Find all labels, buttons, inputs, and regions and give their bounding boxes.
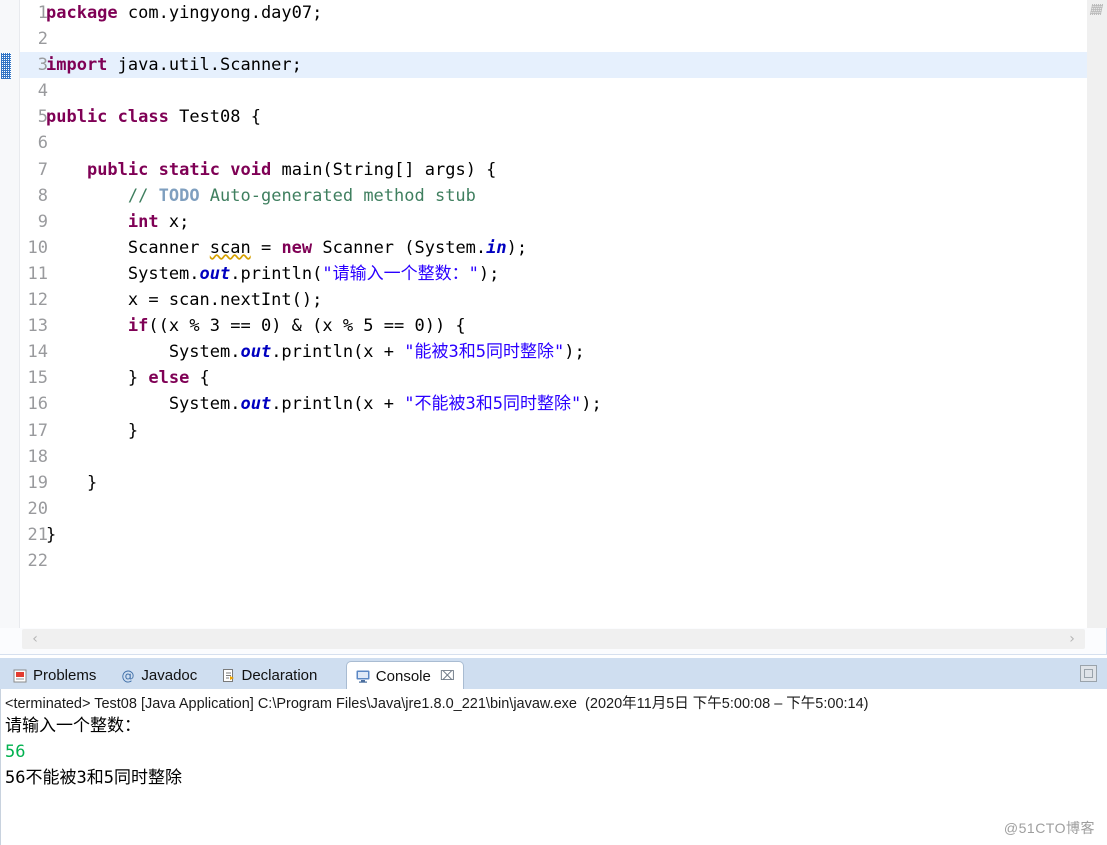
code-line[interactable]: 11 System.out.println("请输入一个整数："); (20, 261, 1087, 287)
maximize-panel-button[interactable] (1080, 665, 1097, 682)
console-output-area[interactable]: <terminated> Test08 [Java Application] C… (0, 689, 1107, 845)
tab-problems[interactable]: Problems (4, 661, 104, 690)
java-editor-panel: 1 package com.yingyong.day07; 2 3 import jav… (0, 0, 1107, 655)
editor-horizontal-scrollbar[interactable]: ‹ › (22, 629, 1085, 649)
tab-label: Declaration (241, 667, 318, 684)
line-number: 9 (37, 211, 48, 232)
scroll-right-arrow-icon[interactable]: › (1063, 629, 1081, 649)
line-number: 13 (27, 316, 48, 337)
code-line[interactable]: 8 // TODO Auto-generated method stub (20, 183, 1087, 209)
line-number: 14 (27, 342, 48, 363)
code-line[interactable]: 6 (20, 130, 1087, 156)
code-line[interactable]: 3 import java.util.Scanner; (20, 52, 1087, 79)
launch-status-line: <terminated> Test08 [Java Application] C… (5, 696, 869, 712)
code-line[interactable]: 5 public class Test08 { (20, 104, 1087, 130)
tab-label: Problems (33, 667, 97, 684)
tab-declaration[interactable]: Declaration (213, 661, 326, 690)
tab-label: Console (375, 667, 431, 685)
watermark-text: @51CTO博客 (1003, 820, 1095, 836)
javadoc-icon: @ (120, 668, 136, 684)
console-view-panel: Problems @ Javadoc Declaration Console ⌧ <ter… (0, 657, 1107, 845)
line-number: 15 (27, 368, 48, 389)
console-tab-bar: Problems @ Javadoc Declaration Console ⌧ (0, 657, 1107, 690)
line-number: 1 (37, 3, 48, 23)
close-icon[interactable]: ⌧ (440, 669, 455, 684)
console-icon (355, 668, 371, 684)
line-number: 16 (27, 394, 48, 415)
code-line[interactable]: 14 System.out.println(x + "能被3和5同时整除"); (20, 339, 1087, 365)
code-line[interactable]: 20 (20, 496, 1087, 522)
problems-icon (12, 668, 28, 684)
code-line-text: } else { (46, 368, 210, 389)
declaration-icon (221, 668, 237, 684)
line-number: 22 (27, 550, 48, 571)
code-line-text: Scanner scan = new Scanner (System.in); (46, 237, 528, 258)
code-line[interactable]: 4 (20, 78, 1087, 104)
line-number: 4 (37, 81, 48, 102)
code-line[interactable]: 22 (20, 548, 1087, 574)
code-line-text: } (46, 420, 139, 441)
editor-marker-ruler[interactable] (0, 0, 20, 628)
line-number: 17 (27, 420, 48, 441)
line-number: 20 (27, 498, 48, 519)
line-number: 19 (27, 472, 48, 493)
code-line-text: System.out.println(x + "能被3和5同时整除"); (46, 342, 585, 363)
line-number: 7 (37, 159, 48, 180)
line-number: 18 (27, 446, 48, 467)
code-line[interactable]: 7 public static void main(String[] args)… (20, 157, 1087, 183)
code-line-text: System.out.println("请输入一个整数："); (46, 263, 500, 284)
line-number: 21 (27, 524, 48, 545)
tab-console[interactable]: Console ⌧ (345, 661, 464, 690)
code-line[interactable]: 17 } (20, 418, 1087, 444)
scroll-left-arrow-icon[interactable]: ‹ (26, 629, 44, 649)
code-line-text: x = scan.nextInt(); (46, 290, 323, 311)
code-line-text: public static void main(String[] args) { (86, 159, 497, 180)
code-line-text: import java.util.Scanner; (46, 55, 302, 76)
line-number: 12 (27, 290, 48, 311)
line-number: 6 (37, 133, 48, 154)
code-line[interactable]: 13 if((x % 3 == 0) & (x % 5 == 0)) { (20, 313, 1087, 339)
line-number: 8 (37, 185, 48, 206)
code-line-text: } (46, 524, 57, 545)
code-text-area[interactable]: 1 package com.yingyong.day07; 2 3 import jav… (20, 0, 1087, 628)
console-output-line: 请输入一个整数： (5, 716, 141, 736)
tab-label: Javadoc (141, 667, 198, 684)
line-number: 2 (37, 29, 48, 50)
code-line-text: int x; (127, 211, 190, 232)
tab-javadoc[interactable]: @ Javadoc (112, 661, 205, 690)
code-line-text: } (46, 472, 98, 493)
line-number: 10 (27, 237, 48, 258)
code-line[interactable]: 16 System.out.println(x + "不能被3和5同时整除"); (20, 391, 1087, 417)
console-output-lines: 请输入一个整数： 56 56不能被3和5同时整除 (1, 713, 1107, 791)
code-line-text: System.out.println(x + "不能被3和5同时整除"); (46, 394, 602, 415)
code-line-text: // TODO Auto-generated method stub (127, 185, 476, 206)
console-output-line: 56 (5, 742, 26, 762)
svg-text:@: @ (122, 669, 135, 684)
line-number: 5 (37, 107, 48, 128)
code-line[interactable]: 1 package com.yingyong.day07; (20, 0, 1087, 26)
code-line[interactable]: 21} (20, 522, 1087, 548)
editor-vertical-scrollbar[interactable] (1087, 0, 1107, 628)
code-line[interactable]: 18 (20, 444, 1087, 470)
line-number: 3 (37, 55, 48, 76)
code-line-text: package com.yingyong.day07; (46, 3, 323, 23)
line-number: 11 (27, 263, 48, 284)
console-output-line: 56不能被3和5同时整除 (5, 768, 182, 788)
code-line[interactable]: 19 } (20, 470, 1087, 496)
change-indicator-bar (1, 53, 11, 79)
code-line[interactable]: 12 x = scan.nextInt(); (20, 287, 1087, 313)
code-line[interactable]: 15 } else { (20, 365, 1087, 391)
code-line[interactable]: 2 (20, 26, 1087, 52)
code-line-text: public class Test08 { (46, 107, 261, 128)
code-line[interactable]: 10 Scanner scan = new Scanner (System.in… (20, 235, 1087, 261)
scroll-up-arrow-icon[interactable] (1089, 4, 1104, 15)
code-line-text: if((x % 3 == 0) & (x % 5 == 0)) { (127, 316, 466, 337)
code-line[interactable]: 9 int x; (20, 209, 1087, 235)
